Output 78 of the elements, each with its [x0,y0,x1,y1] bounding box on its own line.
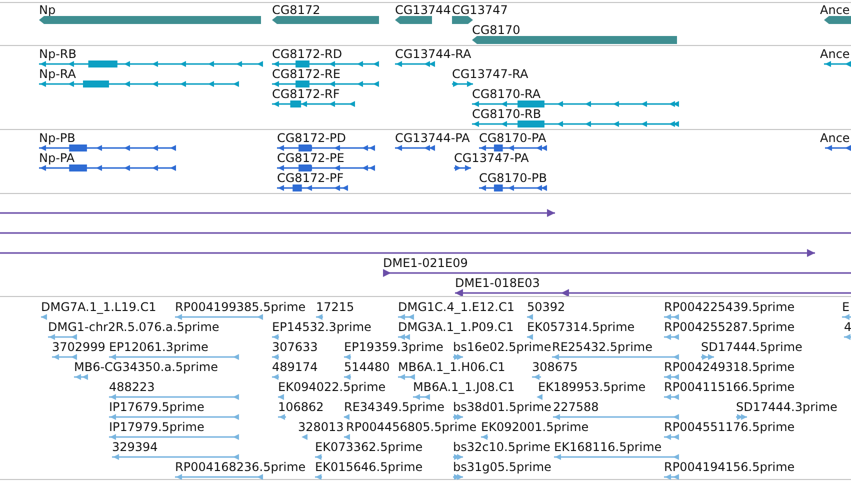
est-name: SD17444.3prime [736,400,838,414]
protein-name: Np-PA [39,151,75,165]
transcript-name: Np-RB [39,47,76,61]
protein-name: CG8170-PA [479,131,546,145]
est-name: RE25432.5prime [552,340,652,354]
est-name: RP004249318.5prime [664,360,795,374]
est-name: DMG7A.1_1.L19.C1 [41,300,156,314]
est-name: DMG1-chr2R.5.076.a.5prime [48,320,220,334]
est-name: 328013 [298,420,344,434]
est-name: SD17444.5prime [701,340,802,354]
est-name: 3702999 [52,340,106,354]
est-name: 50392 [527,300,566,314]
protein-name: CG13747-PA [454,151,529,165]
est-name: EP14532.3prime [272,320,372,334]
est-name: RP004115166.5prime [664,380,795,394]
protein-name: Np-PB [39,131,76,145]
transcript-name: CG8170-RA [472,87,541,101]
est-name: RP004456805.5prime [346,420,477,434]
est-name: EP12061.3prime [109,340,208,354]
est-name: RP004551176.5prime [664,420,795,434]
est-name: IP17679.5prime [109,400,204,414]
protein-name: CG13744-PA [395,131,470,145]
est-name: EK189953.5prime [538,380,646,394]
est-name: EK015646.5prime [315,460,423,474]
est-name: MB6A.1_1.J08.C1 [413,380,515,394]
est-name: EK057314.5prime [527,320,635,334]
est-name: EK092001.5prime [481,420,589,434]
est-name: 4 [844,320,851,334]
est-name: bs38d01.5prime [453,400,552,414]
transcript-name: Np-RA [39,67,76,81]
est-name: RP004225439.5prime [664,300,795,314]
transcript-name: CG8172-RF [272,87,340,101]
est-name: MB6-CG34350.a.5prime [74,360,218,374]
est-name: bs16e02.5prime [453,340,552,354]
gene-name: Ance [820,3,850,17]
est-name: 106862 [278,400,324,414]
est-name: RP004255287.5prime [664,320,795,334]
est-name: DMG1C.4_1.E12.C1 [398,300,514,314]
protein-name: CG8172-PE [277,151,344,165]
transcript-name: CG8172-RE [272,67,340,81]
gene-name: CG8170 [472,23,520,37]
transcript-name: CG8170-RB [472,107,542,121]
est-name: DMG3A.1_1.P09.C1 [398,320,514,334]
est-name: RP004168236.5prime [175,460,306,474]
est-name: RE34349.5prime [344,400,444,414]
est-name: 227588 [553,400,599,414]
transcript-name: CG13747-RA [452,67,528,81]
est-name: 489174 [272,360,318,374]
est-name: 308675 [532,360,578,374]
transcript-name: CG13744-RA [395,47,472,61]
est-name: E [842,300,850,314]
est-name: EP19359.3prime [344,340,444,354]
est-name: 488223 [109,380,155,394]
gene-name: Np [39,3,56,17]
gene-name: CG13744 [395,3,451,17]
est-name: RP004194156.5prime [664,460,795,474]
est-name: MB6A.1_1.H06.C1 [398,360,506,374]
clone-name: DME1-021E09 [383,256,468,270]
transcript-name: CG8172-RD [272,47,342,61]
est-name: IP17979.5prime [109,420,204,434]
est-name: bs32c10.5prime [453,440,550,454]
clone-name: DME1-018E03 [455,276,540,290]
gene-name: CG13747 [452,3,508,17]
gene-name: CG8172 [272,3,320,17]
est-name: EK073362.5prime [315,440,423,454]
protein-name: CG8170-PB [479,171,548,185]
transcript-name: Ance [820,47,850,61]
est-name: RP004199385.5prime [175,300,306,314]
protein-name: CG8172-PF [277,171,344,185]
est-name: bs31g05.5prime [453,460,552,474]
protein-name: Ance [820,131,850,145]
est-name: 329394 [112,440,158,454]
est-name: 17215 [316,300,354,314]
est-name: EK094022.5prime [278,380,386,394]
est-name: 514480 [344,360,390,374]
est-name: 307633 [272,340,318,354]
protein-name: CG8172-PD [277,131,346,145]
est-name: EK168116.5prime [554,440,662,454]
